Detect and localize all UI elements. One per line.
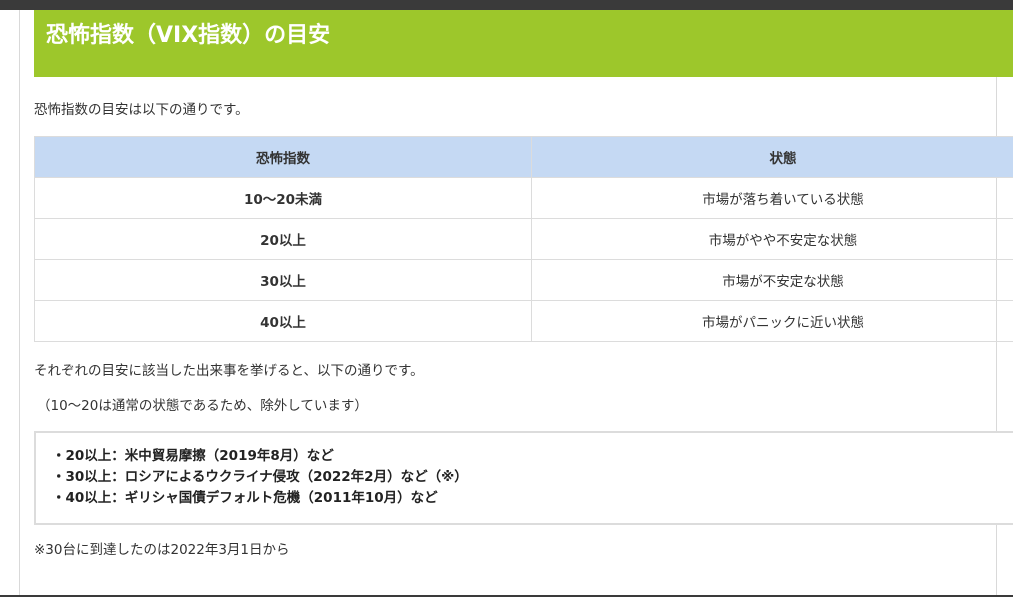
header-state: 状態 xyxy=(531,136,1013,178)
market-state-cell: 市場がやや不安定な状態 xyxy=(531,218,1013,260)
exclusion-note: （10～20は通常の状態であるため、除外しています） xyxy=(37,398,368,414)
event-item: ・40以上：ギリシャ国債デフォルト危機（2011年10月）など xyxy=(52,490,438,506)
event-item: ・20以上：米中貿易摩擦（2019年8月）など xyxy=(52,448,334,464)
table-row: 10～20未満 市場が落ち着いている状態 xyxy=(34,177,1013,219)
table-header-row: 恐怖指数 状態 xyxy=(34,136,1013,178)
table-row: 20以上 市場がやや不安定な状態 xyxy=(34,218,1013,260)
market-state-cell: 市場が落ち着いている状態 xyxy=(531,177,1013,219)
section-heading: 恐怖指数（VIX指数）の目安 xyxy=(34,10,1013,77)
events-box: ・20以上：米中貿易摩擦（2019年8月）など ・30以上：ロシアによるウクライ… xyxy=(34,431,1013,525)
window-top-bar xyxy=(0,0,1013,10)
table-row: 30以上 市場が不安定な状態 xyxy=(34,259,1013,301)
table-row: 40以上 市場がパニックに近い状態 xyxy=(34,300,1013,342)
footnote: ※30台に到達したのは2022年3月1日から xyxy=(34,542,290,558)
market-state-cell: 市場が不安定な状態 xyxy=(531,259,1013,301)
events-intro-text: それぞれの目安に該当した出来事を挙げると、以下の通りです。 xyxy=(34,363,424,379)
intro-text: 恐怖指数の目安は以下の通りです。 xyxy=(34,102,249,118)
vix-level-cell: 20以上 xyxy=(34,218,532,260)
vix-level-cell: 40以上 xyxy=(34,300,532,342)
vix-level-cell: 10～20未満 xyxy=(34,177,532,219)
content-left-border xyxy=(19,10,20,595)
market-state-cell: 市場がパニックに近い状態 xyxy=(531,300,1013,342)
vix-threshold-table: 恐怖指数 状態 10～20未満 市場が落ち着いている状態 20以上 市場がやや不… xyxy=(34,136,1013,342)
event-item: ・30以上：ロシアによるウクライナ侵攻（2022年2月）など（※） xyxy=(52,469,468,485)
vix-level-cell: 30以上 xyxy=(34,259,532,301)
header-vix: 恐怖指数 xyxy=(34,136,532,178)
